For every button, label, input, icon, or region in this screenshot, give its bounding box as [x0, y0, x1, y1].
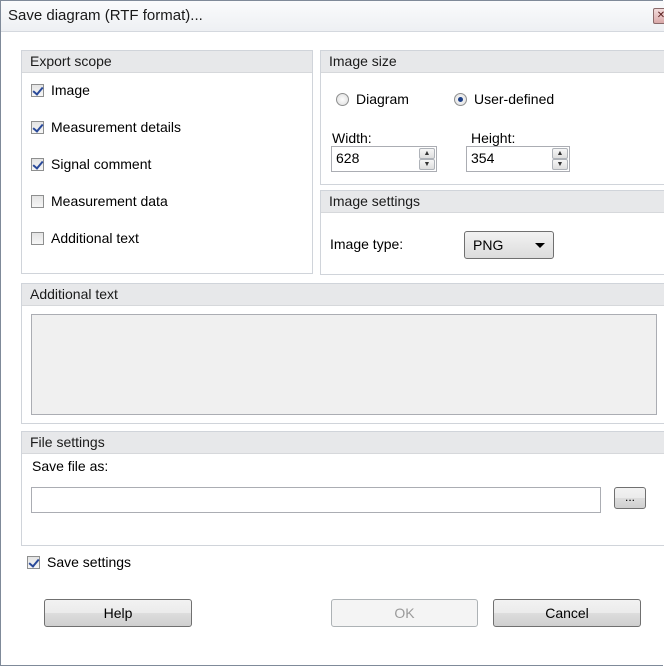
save-file-as-label: Save file as: — [32, 458, 109, 474]
browse-button[interactable]: ... — [614, 487, 646, 509]
width-value[interactable]: 628 — [336, 150, 359, 166]
chevron-down-icon — [535, 243, 545, 248]
measurement-data-checkbox[interactable] — [31, 195, 44, 208]
image-type-select[interactable]: PNG — [464, 231, 554, 259]
spin-down-icon[interactable]: ▼ — [552, 159, 568, 170]
file-settings-group: File settings Save file as: ... — [21, 431, 664, 546]
user-defined-radio[interactable] — [454, 93, 467, 106]
additional-text-title: Additional text — [30, 286, 118, 302]
diagram-radio-label[interactable]: Diagram — [356, 91, 409, 107]
checkbox-label: Save settings — [47, 554, 132, 570]
export-scope-header: Export scope — [22, 51, 312, 73]
ok-button[interactable]: OK — [331, 599, 478, 627]
save-diagram-dialog: Save diagram (RTF format)... ✕ Export sc… — [0, 0, 664, 666]
file-path-input[interactable] — [31, 487, 601, 513]
spin-up-icon[interactable]: ▲ — [552, 148, 568, 159]
image-type-value: PNG — [473, 237, 504, 253]
close-icon[interactable]: ✕ — [653, 8, 664, 24]
image-size-group: Image size Diagram User-defined Width: H… — [320, 50, 664, 185]
user-defined-radio-label[interactable]: User-defined — [474, 91, 554, 107]
image-settings-group: Image settings Image type: PNG — [320, 190, 664, 275]
file-settings-title: File settings — [30, 434, 105, 450]
image-size-title: Image size — [329, 53, 397, 69]
additional-text-header: Additional text — [22, 284, 664, 306]
height-spin-buttons[interactable]: ▲ ▼ — [552, 148, 568, 170]
image-settings-title: Image settings — [329, 193, 421, 209]
signal-comment-checkbox[interactable] — [31, 158, 44, 171]
width-spinner[interactable]: 628 ▲ ▼ — [331, 146, 437, 172]
cancel-button[interactable]: Cancel — [493, 599, 641, 627]
export-scope-title: Export scope — [30, 53, 112, 69]
height-spinner[interactable]: 354 ▲ ▼ — [466, 146, 570, 172]
image-type-label: Image type: — [330, 236, 404, 252]
width-label: Width: — [332, 130, 372, 146]
export-scope-group: Export scope Image Measurement details S… — [21, 50, 313, 274]
checkbox-label: Signal comment — [51, 156, 152, 172]
additional-text-group: Additional text — [21, 283, 664, 424]
measurement-details-checkbox[interactable] — [31, 121, 44, 134]
checkbox-label: Image — [51, 82, 90, 98]
save-settings-checkbox[interactable] — [27, 556, 40, 569]
height-value[interactable]: 354 — [471, 150, 494, 166]
title-bar[interactable]: Save diagram (RTF format)... ✕ — [1, 1, 664, 32]
diagram-radio[interactable] — [336, 93, 349, 106]
help-button[interactable]: Help — [44, 599, 192, 627]
checkbox-label: Measurement details — [51, 119, 181, 135]
checkbox-label: Measurement data — [51, 193, 168, 209]
width-spin-buttons[interactable]: ▲ ▼ — [419, 148, 435, 170]
spin-down-icon[interactable]: ▼ — [419, 159, 435, 170]
dialog-title: Save diagram (RTF format)... — [8, 7, 203, 24]
image-checkbox[interactable] — [31, 84, 44, 97]
image-size-header: Image size — [321, 51, 664, 73]
image-settings-header: Image settings — [321, 191, 664, 213]
file-settings-header: File settings — [22, 432, 664, 454]
checkbox-label: Additional text — [51, 230, 139, 246]
additional-text-area[interactable] — [31, 314, 657, 415]
spin-up-icon[interactable]: ▲ — [419, 148, 435, 159]
additional-text-checkbox[interactable] — [31, 232, 44, 245]
height-label: Height: — [471, 130, 516, 146]
